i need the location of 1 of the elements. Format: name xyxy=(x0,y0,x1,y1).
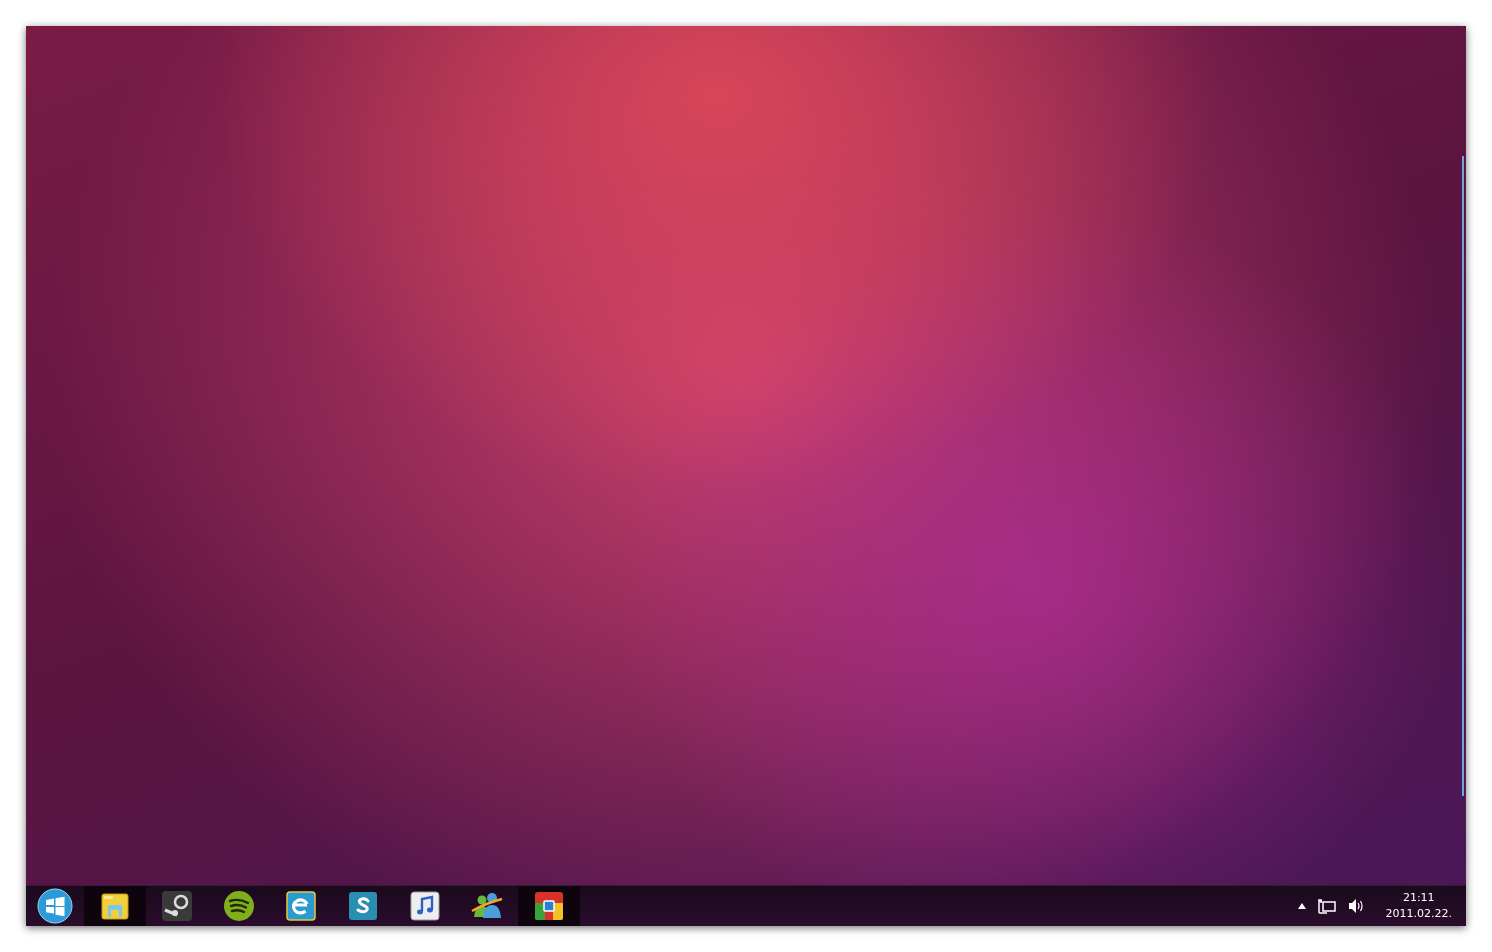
clock[interactable]: 21:11 2011.02.22. xyxy=(1375,890,1452,922)
